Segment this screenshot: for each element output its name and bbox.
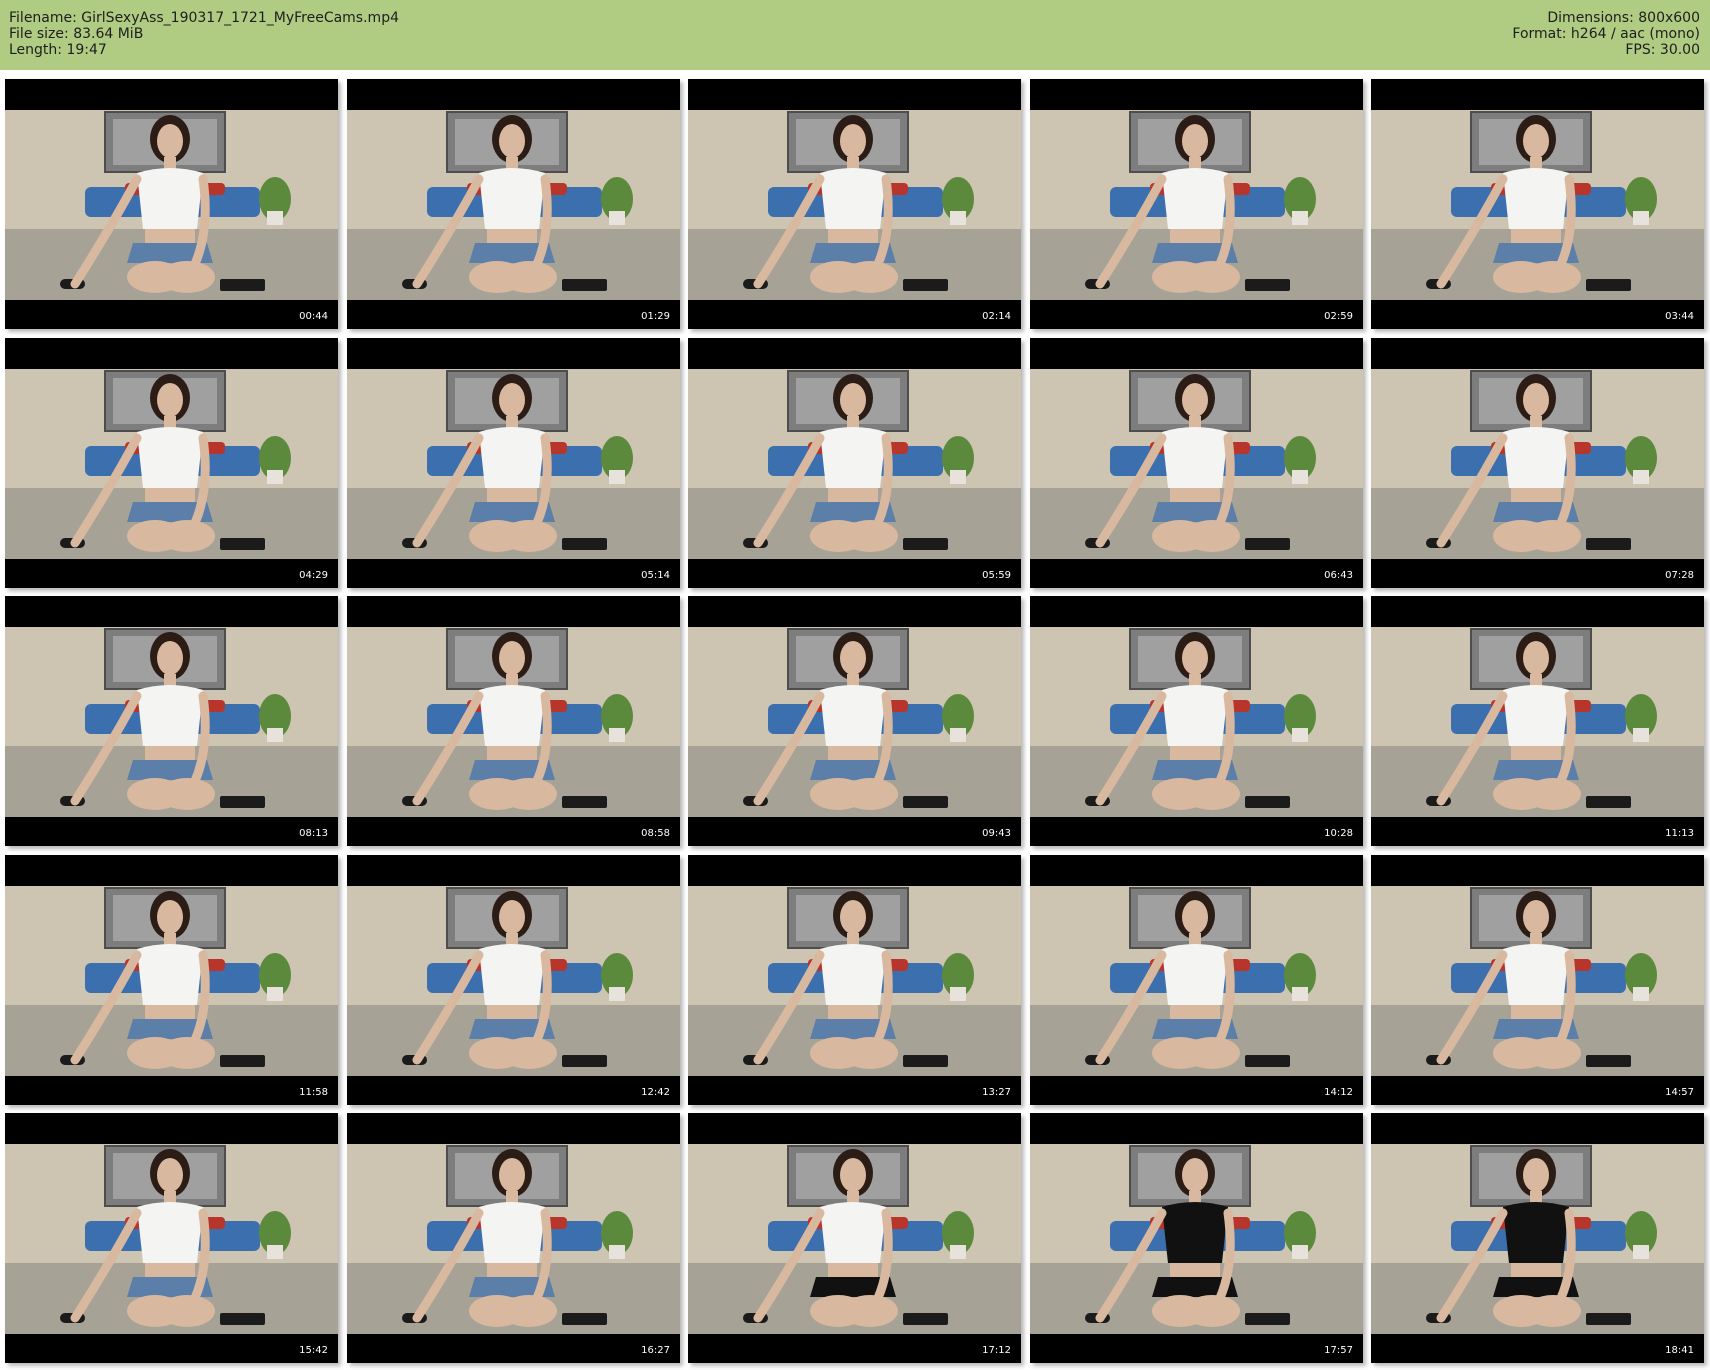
thumbnail-timestamp: 13:27 (982, 1087, 1011, 1098)
thumbnail-timestamp: 00:44 (299, 311, 328, 322)
thumbnail-frame: 18:41 (1371, 1113, 1704, 1363)
thumbnail-frame: 16:27 (347, 1113, 680, 1363)
fps-text: FPS: 30.00 (1625, 42, 1700, 58)
thumbnail-frame: 05:59 (688, 338, 1021, 588)
thumbnail-timestamp: 17:12 (982, 1345, 1011, 1356)
thumbnail-timestamp: 05:59 (982, 570, 1011, 581)
length-text: Length: 19:47 (9, 42, 107, 58)
filesize-text: File size: 83.64 MiB (9, 26, 144, 42)
thumbnail-frame: 17:12 (688, 1113, 1021, 1363)
thumbnail-timestamp: 08:13 (299, 828, 328, 839)
thumbnail-frame: 10:28 (1030, 596, 1363, 846)
thumbnail-timestamp: 02:14 (982, 311, 1011, 322)
thumbnail-frame: 02:59 (1030, 79, 1363, 329)
thumbnail-frame: 12:42 (347, 855, 680, 1105)
thumbnail-timestamp: 01:29 (641, 311, 670, 322)
video-frame (5, 855, 338, 1105)
dimensions-text: Dimensions: 800x600 (1547, 10, 1700, 26)
thumbnail-grid: 00:44 01:29 02:14 02:59 03:44 04:29 05:14 05:59… (5, 79, 1705, 1365)
video-frame (1030, 79, 1363, 329)
thumbnail-timestamp: 08:58 (641, 828, 670, 839)
thumbnail-timestamp: 17:57 (1324, 1345, 1353, 1356)
video-frame (688, 79, 1021, 329)
thumbnail-timestamp: 18:41 (1665, 1345, 1694, 1356)
thumbnail-frame: 02:14 (688, 79, 1021, 329)
thumbnail-timestamp: 03:44 (1665, 311, 1694, 322)
file-info-right: Dimensions: 800x600 Format: h264 / aac (… (1512, 10, 1700, 58)
video-frame (347, 338, 680, 588)
thumbnail-frame: 06:43 (1030, 338, 1363, 588)
thumbnail-timestamp: 09:43 (982, 828, 1011, 839)
video-frame (5, 1113, 338, 1363)
thumbnail-timestamp: 12:42 (641, 1087, 670, 1098)
video-frame (347, 596, 680, 846)
thumbnail-timestamp: 16:27 (641, 1345, 670, 1356)
thumbnail-timestamp: 04:29 (299, 570, 328, 581)
thumbnail-timestamp: 02:59 (1324, 311, 1353, 322)
file-info-left: Filename: GirlSexyAss_190317_1721_MyFree… (9, 10, 399, 58)
thumbnail-frame: 15:42 (5, 1113, 338, 1363)
video-frame (1371, 596, 1704, 846)
video-frame (1371, 855, 1704, 1105)
thumbnail-frame: 09:43 (688, 596, 1021, 846)
thumbnail-frame: 04:29 (5, 338, 338, 588)
thumbnail-timestamp: 07:28 (1665, 570, 1694, 581)
video-frame (688, 338, 1021, 588)
thumbnail-frame: 01:29 (347, 79, 680, 329)
video-frame (1030, 596, 1363, 846)
video-frame (5, 79, 338, 329)
video-frame (688, 596, 1021, 846)
thumbnail-frame: 14:57 (1371, 855, 1704, 1105)
thumbnail-frame: 11:13 (1371, 596, 1704, 846)
file-info-header: Filename: GirlSexyAss_190317_1721_MyFree… (0, 0, 1710, 70)
thumbnail-timestamp: 15:42 (299, 1345, 328, 1356)
thumbnail-timestamp: 14:57 (1665, 1087, 1694, 1098)
filename-text: Filename: GirlSexyAss_190317_1721_MyFree… (9, 10, 399, 26)
video-frame (1371, 79, 1704, 329)
video-frame (1030, 1113, 1363, 1363)
thumbnail-frame: 07:28 (1371, 338, 1704, 588)
video-frame (5, 338, 338, 588)
thumbnail-frame: 11:58 (5, 855, 338, 1105)
thumbnail-frame: 14:12 (1030, 855, 1363, 1105)
thumbnail-frame: 00:44 (5, 79, 338, 329)
thumbnail-timestamp: 11:13 (1665, 828, 1694, 839)
thumbnail-frame: 08:13 (5, 596, 338, 846)
video-frame (1030, 855, 1363, 1105)
format-text: Format: h264 / aac (mono) (1512, 26, 1700, 42)
thumbnail-timestamp: 11:58 (299, 1087, 328, 1098)
video-frame (347, 79, 680, 329)
thumbnail-timestamp: 14:12 (1324, 1087, 1353, 1098)
video-frame (1371, 338, 1704, 588)
thumbnail-timestamp: 10:28 (1324, 828, 1353, 839)
video-frame (347, 1113, 680, 1363)
thumbnail-timestamp: 05:14 (641, 570, 670, 581)
thumbnail-frame: 03:44 (1371, 79, 1704, 329)
thumbnail-timestamp: 06:43 (1324, 570, 1353, 581)
thumbnail-frame: 08:58 (347, 596, 680, 846)
thumbnail-frame: 05:14 (347, 338, 680, 588)
video-frame (1371, 1113, 1704, 1363)
video-frame (688, 855, 1021, 1105)
video-frame (688, 1113, 1021, 1363)
thumbnail-frame: 17:57 (1030, 1113, 1363, 1363)
video-frame (347, 855, 680, 1105)
video-frame (5, 596, 338, 846)
thumbnail-frame: 13:27 (688, 855, 1021, 1105)
video-frame (1030, 338, 1363, 588)
